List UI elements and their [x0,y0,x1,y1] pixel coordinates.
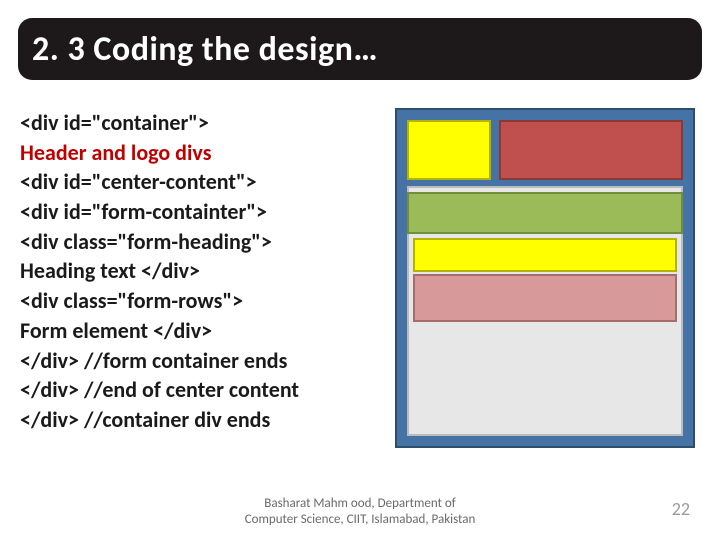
page-number: 22 [672,498,690,520]
footer-line1: Basharat Mahm ood, Department of [264,496,455,511]
code-line-highlight: Header and logo divs [20,138,380,168]
slide-title: 2. 3 Coding the design… [32,29,378,70]
code-line: <div id="container"> [20,108,380,138]
code-line: </div> //end of center content [20,375,380,405]
code-line: </div> //form container ends [20,346,380,376]
code-line: <div class="form-rows"> [20,286,380,316]
diagram-nav-box [407,192,683,234]
footer-text: Basharat Mahm ood, Department of Compute… [245,496,476,529]
slide-title-bar: 2. 3 Coding the design… [18,18,702,80]
diagram-center-content [407,186,683,436]
code-line: <div id="form-containter"> [20,197,380,227]
code-line: Heading text </div> [20,256,380,286]
diagram-header-box [499,120,683,180]
code-listing: <div id="container"> Header and logo div… [20,108,380,435]
footer-line2: Computer Science, CIIT, Islamabad, Pakis… [245,512,476,527]
diagram-logo-box [407,120,491,180]
code-line: <div id="center-content"> [20,167,380,197]
footer: Basharat Mahm ood, Department of Compute… [0,496,720,529]
diagram-form-heading-box [413,238,677,272]
diagram-form-rows-box [413,274,677,322]
code-line: <div class="form-heading"> [20,227,380,257]
diagram-header-row [407,120,683,180]
layout-diagram-container [395,108,695,448]
code-line: </div> //container div ends [20,405,380,435]
code-line: Form element </div> [20,316,380,346]
